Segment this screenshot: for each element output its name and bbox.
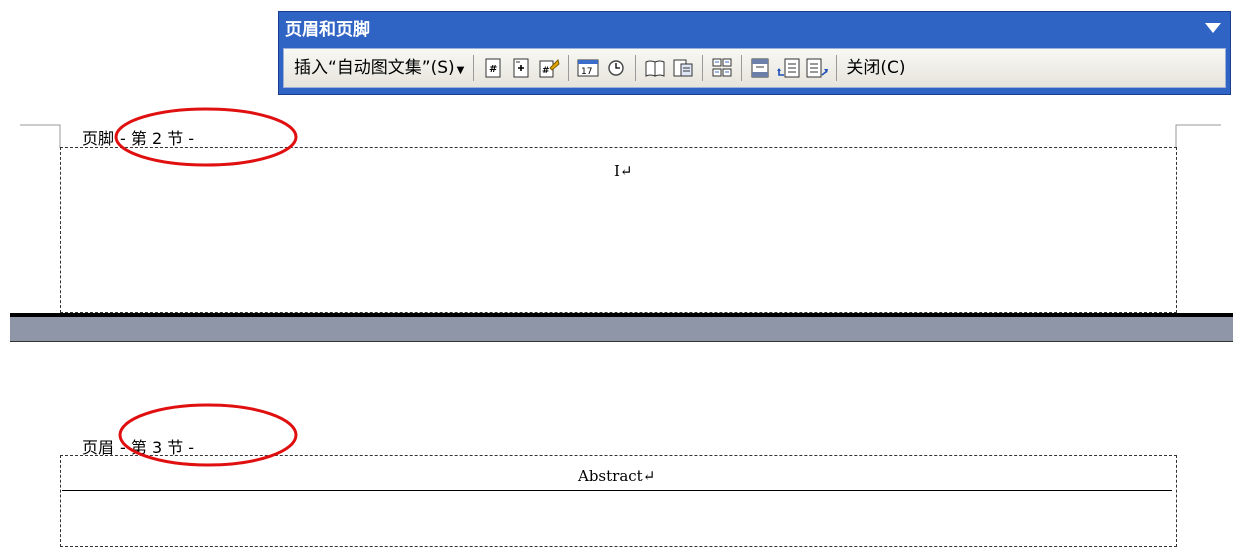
svg-text:#: #: [542, 66, 550, 76]
page-corner-mark-left: [20, 124, 61, 148]
close-button[interactable]: 关闭(C): [842, 52, 909, 84]
page-corner-mark-right: [1175, 124, 1221, 148]
format-page-number-button[interactable]: #: [535, 53, 563, 83]
insert-autotext-button[interactable]: 插入“自动图文集”(S) ▼: [290, 52, 468, 84]
show-next-button[interactable]: [803, 53, 831, 83]
insert-date-icon: 17: [577, 59, 599, 77]
svg-text:#: #: [489, 64, 497, 75]
insert-time-button[interactable]: [602, 53, 630, 83]
page-setup-button[interactable]: [641, 53, 669, 83]
svg-text:17: 17: [581, 67, 592, 77]
show-next-icon: [806, 58, 829, 78]
insert-time-icon: [608, 60, 625, 76]
highlight-ellipse: [118, 403, 298, 467]
switch-header-footer-button[interactable]: [747, 53, 775, 83]
toolbar-separator: [702, 55, 704, 81]
show-hide-document-text-icon: [673, 59, 693, 77]
insert-page-count-icon: [513, 58, 529, 78]
toolbar-separator: [568, 55, 570, 81]
page-gap: [10, 317, 1233, 341]
insert-page-number-button[interactable]: #: [479, 53, 507, 83]
show-hide-document-text-button[interactable]: [669, 53, 697, 83]
toolbar-separator: [741, 55, 743, 81]
page-top-edge: [10, 341, 1233, 342]
link-to-previous-icon: [712, 58, 732, 77]
link-to-previous-button[interactable]: [708, 53, 736, 83]
toolbar-options-dropdown-icon[interactable]: [1204, 21, 1222, 35]
switch-header-footer-icon: [751, 58, 769, 78]
toolbar-separator: [635, 55, 637, 81]
header-bottom-border: [62, 490, 1172, 491]
chevron-down-icon: ▼: [456, 65, 465, 76]
footer-content-text: I↵: [614, 162, 633, 180]
show-previous-button[interactable]: [775, 53, 803, 83]
page-setup-icon: [645, 60, 665, 77]
format-page-number-icon: #: [539, 59, 560, 78]
insert-date-button[interactable]: 17: [574, 53, 602, 83]
toolbar-separator: [836, 55, 838, 81]
header-content-text: Abstract↵: [578, 467, 656, 485]
toolbar-button-row: 插入“自动图文集”(S) ▼ # # 17 关闭(C): [283, 48, 1226, 88]
toolbar-separator: [473, 55, 475, 81]
insert-page-count-button[interactable]: [507, 53, 535, 83]
show-previous-icon: [777, 58, 800, 78]
toolbar-title[interactable]: 页眉和页脚: [285, 16, 370, 44]
insert-page-number-icon: #: [485, 58, 501, 78]
header-footer-toolbar: 页眉和页脚 插入“自动图文集”(S) ▼ # # 17 关闭(C): [278, 11, 1231, 95]
insert-autotext-label: 插入“自动图文集”(S): [294, 58, 455, 78]
highlight-ellipse: [114, 107, 298, 167]
